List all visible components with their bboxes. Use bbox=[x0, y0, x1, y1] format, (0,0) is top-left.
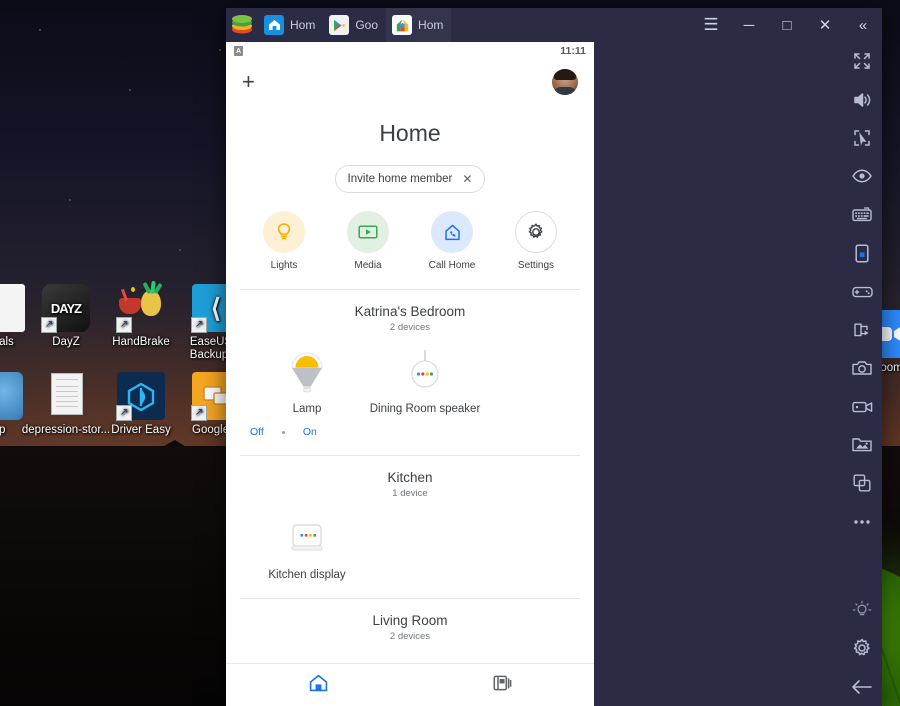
phone-rotate-icon[interactable] bbox=[842, 234, 882, 272]
close-icon[interactable]: ✕ bbox=[462, 172, 472, 186]
maximize-button[interactable]: □ bbox=[768, 8, 806, 42]
toggle-off-label[interactable]: Off bbox=[250, 426, 264, 438]
home-tab[interactable] bbox=[226, 674, 410, 697]
minimize-button[interactable]: ─ bbox=[730, 8, 768, 42]
fullscreen-icon[interactable] bbox=[842, 42, 882, 80]
quick-action-label: Lights bbox=[270, 260, 298, 271]
feed-icon bbox=[493, 674, 512, 697]
shortcut-arrow-icon: ↗ bbox=[116, 317, 132, 333]
room-device-count: 2 devices bbox=[389, 322, 431, 333]
avatar-hair bbox=[554, 69, 576, 80]
quick-action-label: Media bbox=[354, 260, 382, 271]
status-badge: A bbox=[234, 46, 243, 56]
home-icon bbox=[309, 674, 328, 697]
room-section-kitchen: Kitchen 1 device Kitchen display bbox=[226, 456, 594, 581]
smart-display-icon bbox=[248, 511, 366, 559]
home-app-icon bbox=[264, 15, 284, 35]
settings-gear-icon[interactable] bbox=[842, 629, 882, 667]
more-options-icon[interactable] bbox=[842, 503, 882, 541]
tab-google-play[interactable]: Goo bbox=[323, 8, 386, 42]
handbrake-icon: ↗ bbox=[116, 280, 165, 333]
shortcut-arrow-icon: ↗ bbox=[41, 317, 57, 333]
device-lamp[interactable]: Lamp Off On bbox=[248, 345, 366, 438]
tab-label: Hom bbox=[290, 18, 316, 32]
install-apk-icon[interactable] bbox=[842, 311, 882, 349]
room-title: Katrina's Bedroom bbox=[354, 304, 466, 319]
room-device-count: 2 devices bbox=[389, 631, 431, 642]
menu-button[interactable]: ☰ bbox=[692, 8, 730, 42]
eye-icon[interactable] bbox=[842, 157, 882, 195]
device-label: Kitchen display bbox=[268, 569, 346, 581]
media-play-icon-circle bbox=[347, 211, 389, 253]
quick-action-media[interactable]: Media bbox=[339, 211, 397, 271]
avatar[interactable] bbox=[552, 69, 578, 95]
tab-home-app[interactable]: Hom bbox=[258, 8, 323, 42]
device-dining-room-speaker[interactable]: Dining Room speaker bbox=[366, 345, 484, 438]
toggle-on-label[interactable]: On bbox=[303, 426, 317, 438]
add-device-button[interactable]: + bbox=[242, 71, 255, 93]
status-clock: 11:11 bbox=[560, 45, 586, 57]
quick-actions: Lights Media Call Home Settings bbox=[226, 211, 594, 271]
keyboard-icon[interactable] bbox=[842, 196, 882, 234]
media-manager-icon[interactable] bbox=[842, 426, 882, 464]
invite-label: Invite home member bbox=[347, 173, 453, 185]
brightness-icon[interactable] bbox=[842, 591, 882, 629]
bluestacks-logo-icon bbox=[226, 8, 258, 42]
quick-action-label: Call Home bbox=[428, 260, 476, 271]
android-status-bar: A 11:11 bbox=[226, 42, 594, 60]
text-document-icon bbox=[42, 372, 90, 420]
android-screen: A 11:11 + Home Invite home member ✕ Ligh… bbox=[226, 42, 594, 706]
invite-chip-row: Invite home member ✕ bbox=[226, 165, 594, 193]
tab-label: Goo bbox=[355, 18, 379, 32]
room-title: Living Room bbox=[372, 613, 448, 628]
page-title: Home bbox=[379, 120, 441, 146]
room-section-bedroom: Katrina's Bedroom 2 devices Lamp Off On … bbox=[226, 290, 594, 438]
record-video-icon[interactable] bbox=[842, 388, 882, 426]
close-button[interactable]: ✕ bbox=[806, 8, 844, 42]
lightbulb-icon-circle bbox=[263, 211, 305, 253]
lamp-icon bbox=[248, 345, 366, 393]
bluestacks-window: Hom Goo Hom ☰ ─ □ ✕ « A 11:11 + Home Inv… bbox=[226, 8, 882, 706]
shortcut-arrow-icon: ↗ bbox=[191, 405, 207, 421]
call-home-icon-circle bbox=[431, 211, 473, 253]
device-row: Lamp Off On Dining Room speaker bbox=[226, 345, 594, 438]
device-label: Lamp bbox=[292, 403, 322, 415]
quick-action-call-home[interactable]: Call Home bbox=[423, 211, 481, 271]
google-home-icon bbox=[392, 15, 413, 35]
quick-action-lights[interactable]: Lights bbox=[255, 211, 313, 271]
device-label: Dining Room speaker bbox=[369, 403, 481, 415]
toggle-midpoint-icon bbox=[281, 430, 285, 434]
volume-icon[interactable] bbox=[842, 80, 882, 118]
device-row: Kitchen display bbox=[226, 511, 594, 581]
screenshot-camera-icon[interactable] bbox=[842, 349, 882, 387]
gamepad-icon[interactable] bbox=[842, 272, 882, 310]
shortcut-arrow-icon: ↗ bbox=[191, 317, 207, 333]
avatar-shirt bbox=[553, 87, 577, 95]
window-controls: ☰ ─ □ ✕ « bbox=[692, 8, 882, 42]
tab-google-home[interactable]: Hom bbox=[386, 8, 452, 42]
tab-label: Hom bbox=[418, 18, 444, 32]
google-play-icon bbox=[329, 15, 350, 35]
back-arrow-icon[interactable] bbox=[842, 668, 882, 706]
room-device-count: 1 device bbox=[392, 488, 428, 499]
feed-tab[interactable] bbox=[410, 674, 594, 697]
lamp-toggle[interactable]: Off On bbox=[248, 426, 366, 438]
room-title: Kitchen bbox=[387, 470, 433, 485]
shortcut-arrow-icon: ↗ bbox=[116, 405, 132, 421]
bluestacks-sidebar bbox=[842, 42, 882, 706]
app-top-bar: + bbox=[226, 60, 594, 104]
driver-easy-icon: ↗ bbox=[116, 372, 165, 421]
invite-home-member-chip[interactable]: Invite home member ✕ bbox=[334, 165, 486, 193]
multi-instance-icon[interactable] bbox=[842, 464, 882, 502]
cursor-select-icon[interactable] bbox=[842, 119, 882, 157]
dayz-icon: DAYZ ↗ bbox=[41, 284, 90, 333]
quick-action-label: Settings bbox=[517, 260, 555, 271]
device-kitchen-display[interactable]: Kitchen display bbox=[248, 511, 366, 581]
speaker-icon bbox=[366, 345, 484, 393]
bluestacks-titlebar: Hom Goo Hom ☰ ─ □ ✕ « bbox=[226, 8, 882, 42]
bottom-navigation bbox=[226, 663, 594, 706]
gear-icon-circle bbox=[515, 211, 557, 253]
quick-action-settings[interactable]: Settings bbox=[507, 211, 565, 271]
collapse-sidebar-button[interactable]: « bbox=[844, 8, 882, 42]
